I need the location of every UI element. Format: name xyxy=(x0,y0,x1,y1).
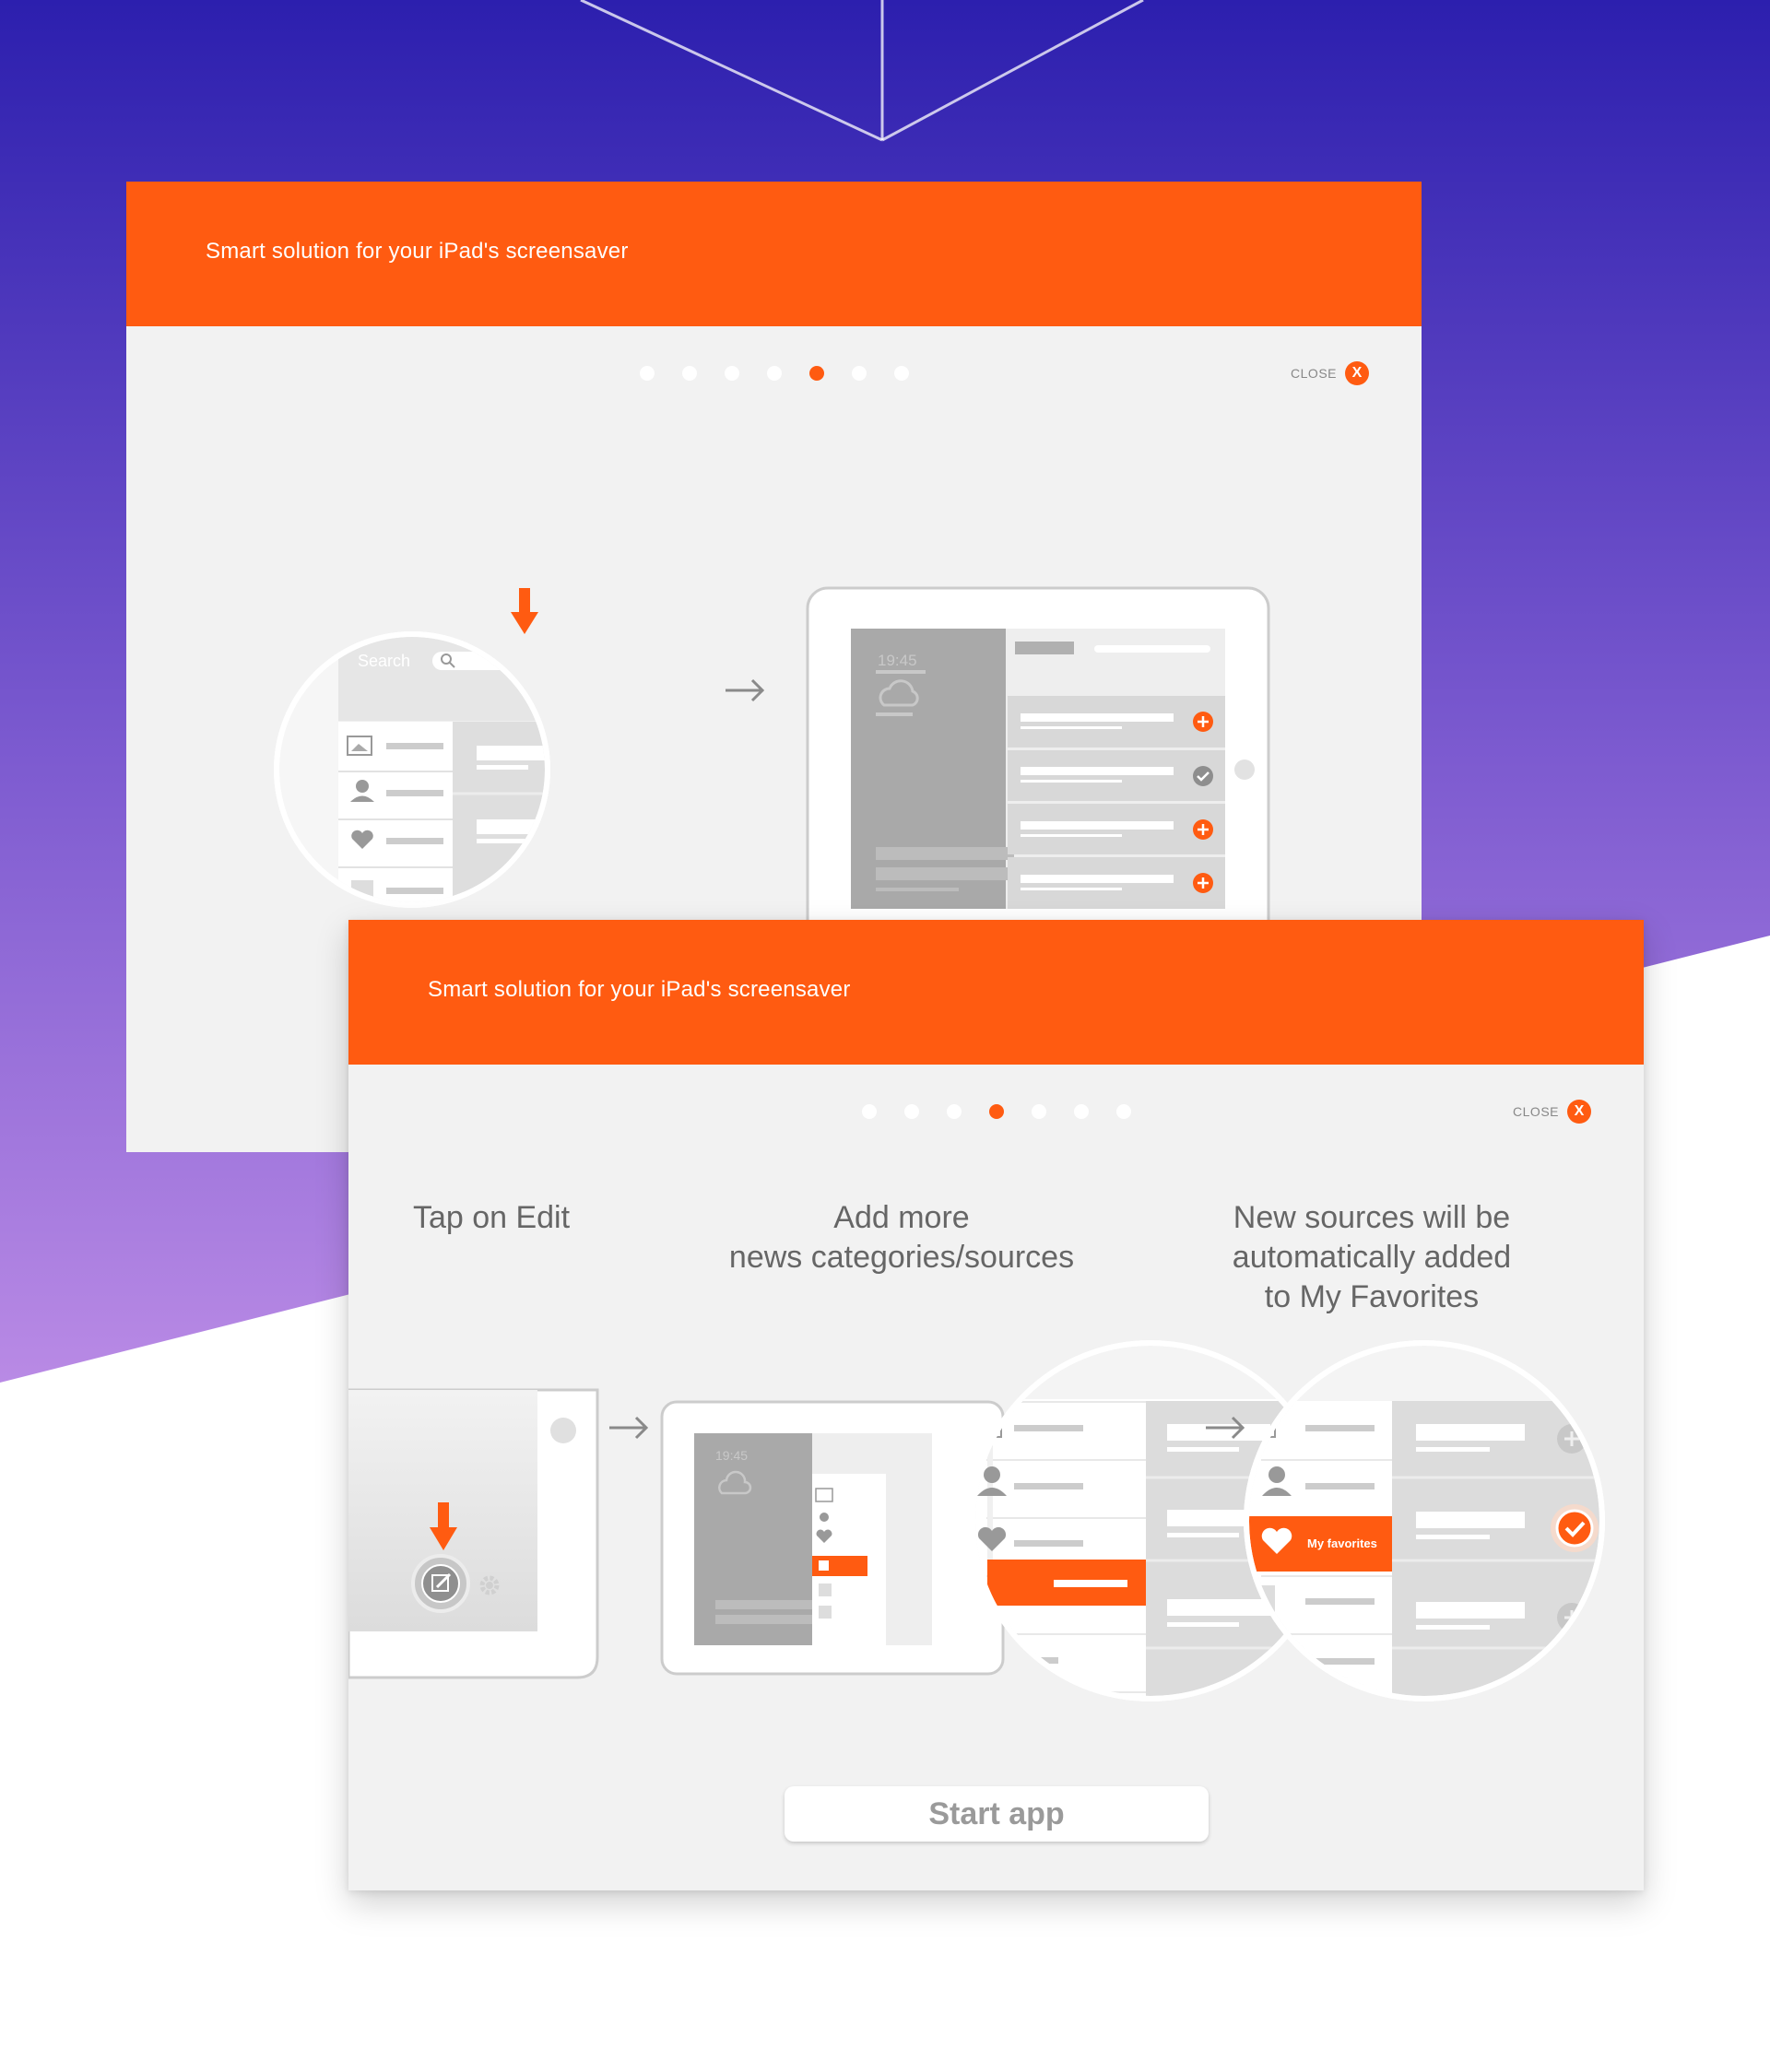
zoomed-sidebar-circle: Search xyxy=(274,588,620,908)
front-illustration: 19:45 My favorites xyxy=(348,1340,1605,1701)
edit-icon[interactable] xyxy=(411,1554,470,1613)
check-icon xyxy=(1193,766,1213,786)
start-app-button[interactable]: Start app xyxy=(785,1786,1209,1842)
zoomed-favorites-circle: My favorites xyxy=(1244,1340,1605,1701)
add-icon xyxy=(1193,712,1213,732)
add-icon xyxy=(594,818,620,843)
ipad-device: 19:45 xyxy=(806,586,1270,977)
arrow-down-icon xyxy=(511,588,538,634)
ipad-corner-edit xyxy=(348,1388,599,1679)
clock: 19:45 xyxy=(878,652,917,669)
add-icon xyxy=(1193,873,1213,893)
front-onboarding-panel: Smart solution for your iPad's screensav… xyxy=(348,920,1644,1890)
ipad-add-sources: 19:45 xyxy=(660,1400,1005,1676)
add-icon xyxy=(594,744,620,770)
photos-icon xyxy=(347,736,372,756)
search-placeholder: Search xyxy=(358,652,410,670)
arrow-right-icon xyxy=(726,678,765,702)
check-icon xyxy=(1551,1504,1599,1552)
arrow-right-icon xyxy=(609,1416,649,1440)
clock: 19:45 xyxy=(715,1448,748,1463)
add-icon xyxy=(1193,819,1213,840)
my-favorites-label: My favorites xyxy=(1307,1536,1377,1550)
